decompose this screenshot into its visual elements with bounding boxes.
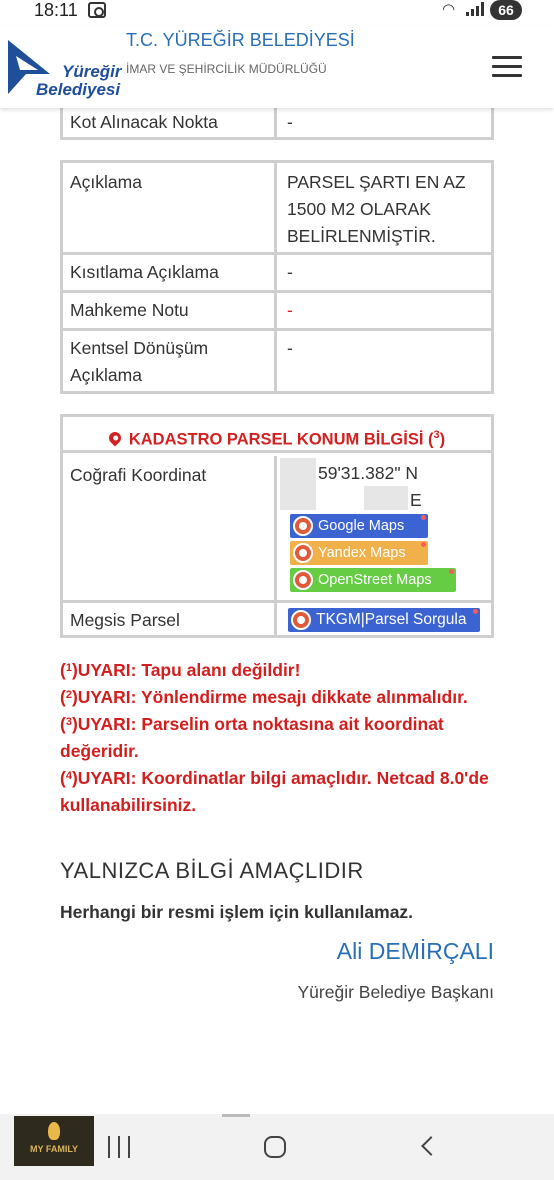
recent-apps-icon[interactable]	[108, 1136, 132, 1158]
globe-icon	[293, 516, 313, 536]
warning-text: UYARI: Koordinatlar bilgi amaçlıdır. Net…	[60, 768, 489, 815]
cadastre-heading-text: KADASTRO PARSEL KONUM BİLGİSİ	[128, 430, 424, 449]
warning-num: 2	[65, 689, 72, 701]
info-title: YALNIZCA BİLGİ AMAÇLIDIR	[60, 858, 364, 883]
warning-3: (3)UYARI: Parselin orta noktasına ait ko…	[60, 714, 444, 761]
heading-note: 3	[433, 429, 440, 441]
site-header: Yüreğir Belediyesi T.C. YÜREĞİR BELEDİYE…	[0, 26, 554, 108]
mayor-name: Ali DEMİRÇALI	[336, 938, 494, 964]
coordinate-longitude: E	[410, 490, 422, 510]
description-table: Açıklama PARSEL ŞARTI EN AZ 1500 M2 OLAR…	[60, 160, 494, 394]
google-maps-button[interactable]: Google Maps	[290, 514, 428, 538]
row-label: Kısıtlama Açıklama	[63, 255, 277, 290]
row-value: -	[287, 338, 293, 358]
wifi-icon: ◠	[442, 1, 456, 18]
status-time: 18:11	[34, 0, 78, 20]
warning-text: UYARI: Parselin orta noktasına ait koord…	[60, 714, 444, 761]
system-navigation-bar: MY FAMILY	[0, 1114, 554, 1180]
redacted-block	[280, 458, 316, 510]
flame-logo-icon	[48, 1122, 60, 1140]
openstreet-maps-button[interactable]: OpenStreet Maps	[290, 568, 456, 592]
back-icon[interactable]	[421, 1136, 441, 1156]
row-label: Coğrafi Koordinat	[63, 456, 277, 600]
globe-icon	[291, 610, 311, 630]
mayor-title: Yüreğir Belediye Başkanı	[297, 982, 495, 1002]
coordinate-latitude: 59'31.382" N	[318, 463, 419, 483]
coordinate-cell: 59'31.382" N E Google Maps Yandex Maps O…	[280, 456, 491, 600]
badge-dot	[421, 515, 426, 520]
badge-dot	[473, 609, 478, 614]
gesture-handle	[222, 1114, 250, 1117]
status-bar: 18:11 ◠ 66	[0, 0, 554, 26]
warning-num: 4	[65, 770, 72, 782]
table-row: Megsis Parsel TKGM|Parsel Sorgula	[63, 603, 491, 638]
megsis-cell: TKGM|Parsel Sorgula	[280, 603, 491, 638]
org-subtitle: İMAR VE ŞEHİRCİLİK MÜDÜRLÜĞÜ	[126, 62, 327, 76]
table-row: Mahkeme Notu -	[63, 293, 491, 331]
map-pin-icon	[106, 429, 124, 446]
home-icon[interactable]	[264, 1136, 286, 1158]
row-label: Megsis Parsel	[63, 603, 277, 638]
row-value: -	[287, 300, 293, 320]
row-value: PARSEL ŞARTI EN AZ 1500 M2 OLARAK BELİRL…	[287, 172, 466, 246]
button-label: Yandex Maps	[318, 545, 406, 561]
hamburger-menu-icon[interactable]	[492, 56, 522, 78]
logo-text-line1: Yüreğir	[62, 62, 122, 81]
globe-icon	[293, 570, 313, 590]
badge-dot	[421, 542, 426, 547]
org-title: T.C. YÜREĞİR BELEDİYESİ	[126, 30, 355, 50]
table-row: Açıklama PARSEL ŞARTI EN AZ 1500 M2 OLAR…	[63, 163, 491, 255]
row-label: Açıklama	[63, 163, 277, 252]
table-row: Kısıtlama Açıklama -	[63, 255, 491, 293]
row-label: Mahkeme Notu	[63, 293, 277, 328]
table-row: Kentsel Dönüşüm Açıklama -	[63, 331, 491, 394]
warning-4: (4)UYARI: Koordinatlar bilgi amaçlıdır. …	[60, 768, 489, 815]
button-label: Google Maps	[318, 518, 405, 534]
overlay-thumbnail: MY FAMILY	[14, 1116, 94, 1166]
warning-text: UYARI: Yönlendirme mesajı dikkate alınma…	[77, 687, 468, 707]
logo-text-line2: Belediyesi	[36, 80, 121, 99]
yandex-maps-button[interactable]: Yandex Maps	[290, 541, 428, 565]
button-label: TKGM|Parsel Sorgula	[316, 611, 467, 628]
warning-1: (1)UYARI: Tapu alanı değildir!	[60, 660, 301, 680]
badge-dot	[449, 569, 454, 574]
battery-indicator: 66	[490, 0, 522, 20]
cadastre-heading: KADASTRO PARSEL KONUM BİLGİSİ (3)	[63, 417, 491, 453]
tkgm-parcel-query-button[interactable]: TKGM|Parsel Sorgula	[288, 608, 480, 632]
info-subtitle: Herhangi bir resmi işlem için kullanılam…	[60, 902, 414, 922]
screen-cast-icon	[88, 2, 106, 18]
cadastre-location-table: KADASTRO PARSEL KONUM BİLGİSİ (3) Coğraf…	[60, 414, 494, 638]
button-label: OpenStreet Maps	[318, 572, 432, 588]
signal-icon	[466, 2, 484, 16]
globe-icon	[293, 543, 313, 563]
warning-text: UYARI: Tapu alanı değildir!	[77, 660, 301, 680]
warning-2: (2)UYARI: Yönlendirme mesajı dikkate alı…	[60, 687, 468, 707]
row-value: -	[287, 262, 293, 282]
warning-num: 3	[65, 716, 72, 728]
warning-num: 1	[65, 662, 72, 674]
row-label: Kentsel Dönüşüm Açıklama	[63, 331, 277, 394]
table-row: Coğrafi Koordinat 59'31.382" N E Google …	[63, 456, 491, 603]
redacted-block	[364, 486, 408, 510]
thumbnail-text: MY FAMILY	[29, 1144, 78, 1154]
